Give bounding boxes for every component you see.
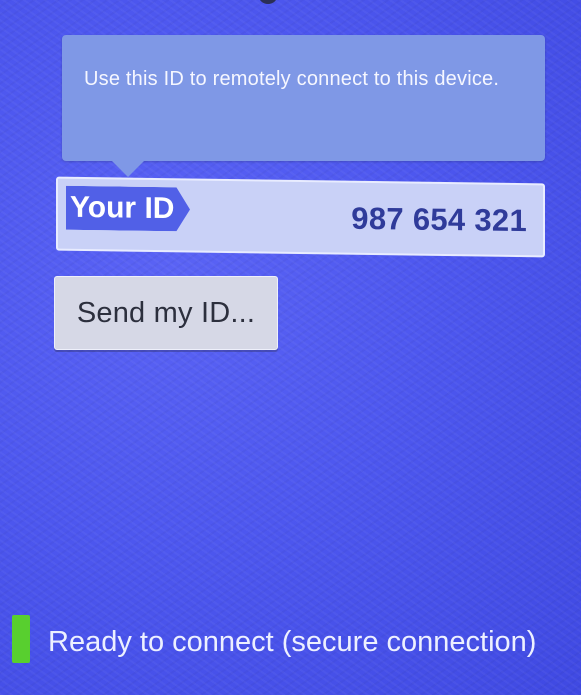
help-tooltip: Use this ID to remotely connect to this … [62, 35, 545, 177]
your-id-label: Your ID [66, 186, 190, 232]
id-display: Your ID 987 654 321 [56, 176, 545, 258]
status-text: Ready to connect (secure connection) [48, 626, 537, 658]
tooltip-text: Use this ID to remotely connect to this … [84, 68, 500, 90]
connection-status: Ready to connect (secure connection) [12, 613, 572, 665]
app-screen: Use this ID to remotely connect to this … [0, 0, 581, 695]
top-notch-icon [258, 0, 278, 4]
send-my-id-button[interactable]: Send my ID... [54, 276, 278, 350]
your-id-value: 987 654 321 [351, 200, 527, 239]
send-my-id-label: Send my ID... [76, 296, 256, 329]
status-indicator-icon [12, 615, 30, 663]
